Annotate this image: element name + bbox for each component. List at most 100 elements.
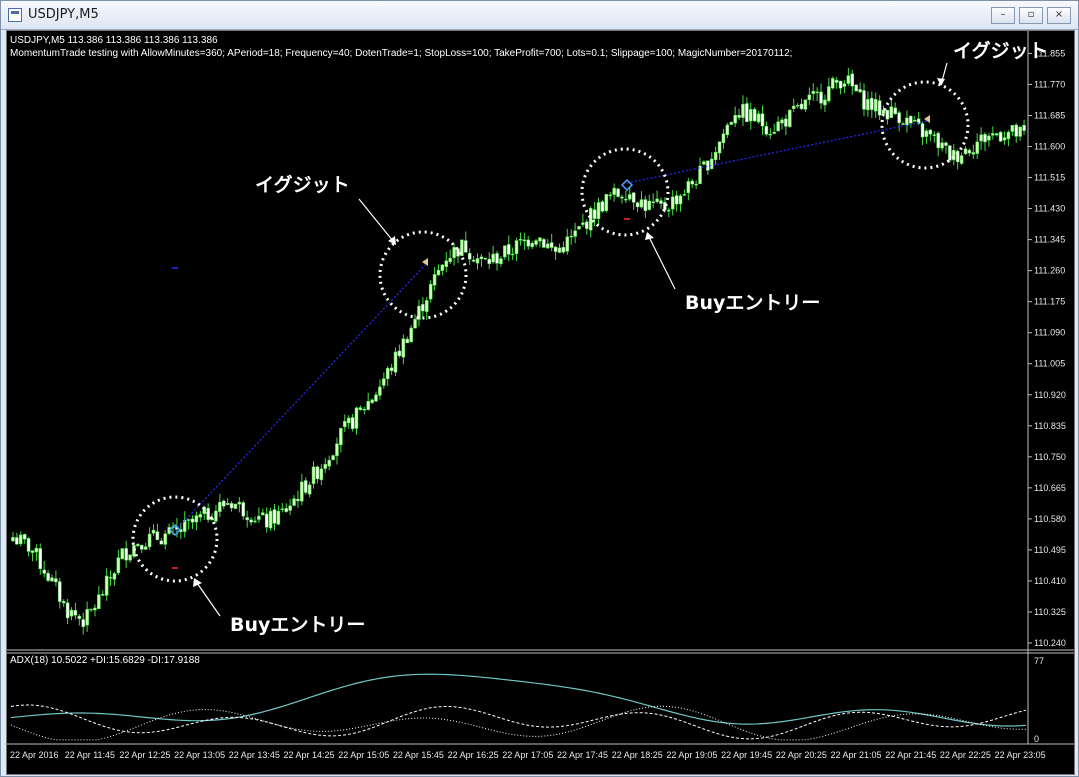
time-tick-label: 22 Apr 15:05 — [338, 750, 389, 760]
bear-candle — [159, 540, 164, 545]
bull-candle — [991, 133, 995, 136]
bull-candle — [858, 89, 862, 93]
bear-candle — [22, 534, 27, 540]
bull-candle — [503, 245, 507, 258]
exit-label-2: イグジット — [953, 39, 1048, 62]
bull-candle — [604, 194, 609, 212]
bear-candle — [690, 180, 694, 185]
bull-candle — [335, 443, 339, 457]
bull-candle — [577, 226, 581, 230]
bull-candle — [401, 338, 406, 358]
bull-candle — [382, 378, 386, 386]
bull-candle — [912, 120, 917, 122]
price-tick-label: 111.345 — [1034, 235, 1065, 245]
bull-candle — [393, 351, 398, 373]
bear-candle — [877, 100, 882, 116]
bull-candle — [873, 99, 878, 112]
bear-candle — [561, 247, 566, 253]
bear-candle — [241, 502, 246, 517]
chart-window: USDJPY,M5 – ▫ × USDJPY,M5 113.386 113.38… — [0, 0, 1079, 777]
bear-candle — [834, 79, 839, 83]
bear-candle — [737, 115, 741, 118]
bull-candle — [608, 194, 612, 197]
bear-candle — [397, 350, 402, 357]
chart-area[interactable]: USDJPY,M5 113.386 113.386 113.386 113.38… — [6, 30, 1075, 775]
bear-candle — [421, 304, 425, 312]
bear-candle — [362, 408, 367, 411]
bull-candle — [994, 133, 999, 136]
bull-candle — [772, 131, 776, 134]
bear-candle — [663, 201, 667, 211]
title-bar[interactable]: USDJPY,M5 – ▫ × — [1, 1, 1078, 30]
price-tick-label: 111.685 — [1034, 110, 1065, 120]
bear-candle — [585, 221, 589, 229]
bear-candle — [65, 602, 70, 619]
bear-candle — [518, 239, 523, 241]
bear-candle — [26, 538, 31, 552]
bear-candle — [920, 123, 925, 138]
chart-window-icon — [8, 8, 22, 22]
quote-header: USDJPY,M5 113.386 113.386 113.386 113.38… — [10, 35, 218, 46]
bull-candle — [186, 519, 191, 521]
bear-candle — [495, 253, 499, 264]
bull-candle — [300, 481, 304, 502]
bull-candle — [444, 260, 449, 267]
bull-candle — [573, 230, 577, 237]
bull-candle — [667, 209, 671, 212]
bull-candle — [1010, 125, 1015, 132]
bull-candle — [811, 90, 815, 94]
bull-candle — [522, 239, 527, 242]
time-tick-label: 22 Apr 17:45 — [557, 750, 608, 760]
bull-candle — [987, 135, 991, 141]
price-tick-label: 110.920 — [1034, 390, 1066, 400]
bull-candle — [354, 407, 359, 429]
bull-candle — [628, 194, 632, 200]
bear-candle — [1014, 124, 1018, 137]
bull-candle — [557, 247, 562, 253]
time-tick-label: 22 Apr 22:25 — [940, 750, 991, 760]
bull-candle — [276, 510, 281, 525]
close-button[interactable]: × — [1047, 7, 1071, 24]
bear-candle — [303, 480, 308, 493]
bear-candle — [948, 145, 952, 161]
bull-candle — [776, 121, 780, 132]
restore-button[interactable]: ▫ — [1019, 7, 1043, 24]
bear-candle — [850, 73, 855, 87]
bear-candle — [249, 519, 253, 523]
minimize-button[interactable]: – — [991, 7, 1015, 24]
bear-candle — [58, 581, 62, 602]
bear-candle — [81, 619, 85, 627]
bull-candle — [366, 401, 370, 410]
bull-candle — [378, 386, 382, 396]
bull-candle — [428, 283, 433, 300]
time-tick-label: 22 Apr 11:45 — [65, 750, 115, 760]
price-chart[interactable]: USDJPY,M5 113.386 113.386 113.386 113.38… — [7, 31, 1074, 774]
bear-candle — [998, 131, 1003, 142]
bear-candle — [659, 200, 663, 204]
price-tick-label: 110.835 — [1034, 421, 1066, 431]
bear-candle — [862, 90, 866, 110]
time-tick-label: 22 Apr 18:25 — [612, 750, 663, 760]
bull-candle — [534, 240, 538, 245]
price-tick-label: 111.090 — [1034, 328, 1065, 338]
bull-candle — [866, 99, 870, 111]
adx-indicator-label: ADX(18) 10.5022 +DI:15.6829 -DI:17.9188 — [10, 655, 200, 666]
bull-candle — [569, 235, 573, 238]
bull-candle — [385, 368, 390, 380]
price-tick-label: 111.430 — [1034, 204, 1065, 214]
bull-candle — [791, 105, 796, 109]
bear-candle — [42, 569, 46, 574]
bull-candle — [268, 510, 273, 529]
bull-candle — [499, 258, 503, 265]
bear-candle — [635, 202, 640, 208]
bull-candle — [432, 274, 437, 286]
bear-candle — [229, 503, 234, 509]
bull-candle — [343, 420, 347, 428]
bear-candle — [350, 417, 355, 430]
bear-candle — [674, 195, 679, 205]
bear-candle — [124, 548, 128, 561]
bear-candle — [456, 248, 460, 257]
bull-candle — [491, 253, 495, 263]
bull-candle — [50, 577, 54, 582]
price-tick-label: 111.770 — [1034, 79, 1065, 89]
